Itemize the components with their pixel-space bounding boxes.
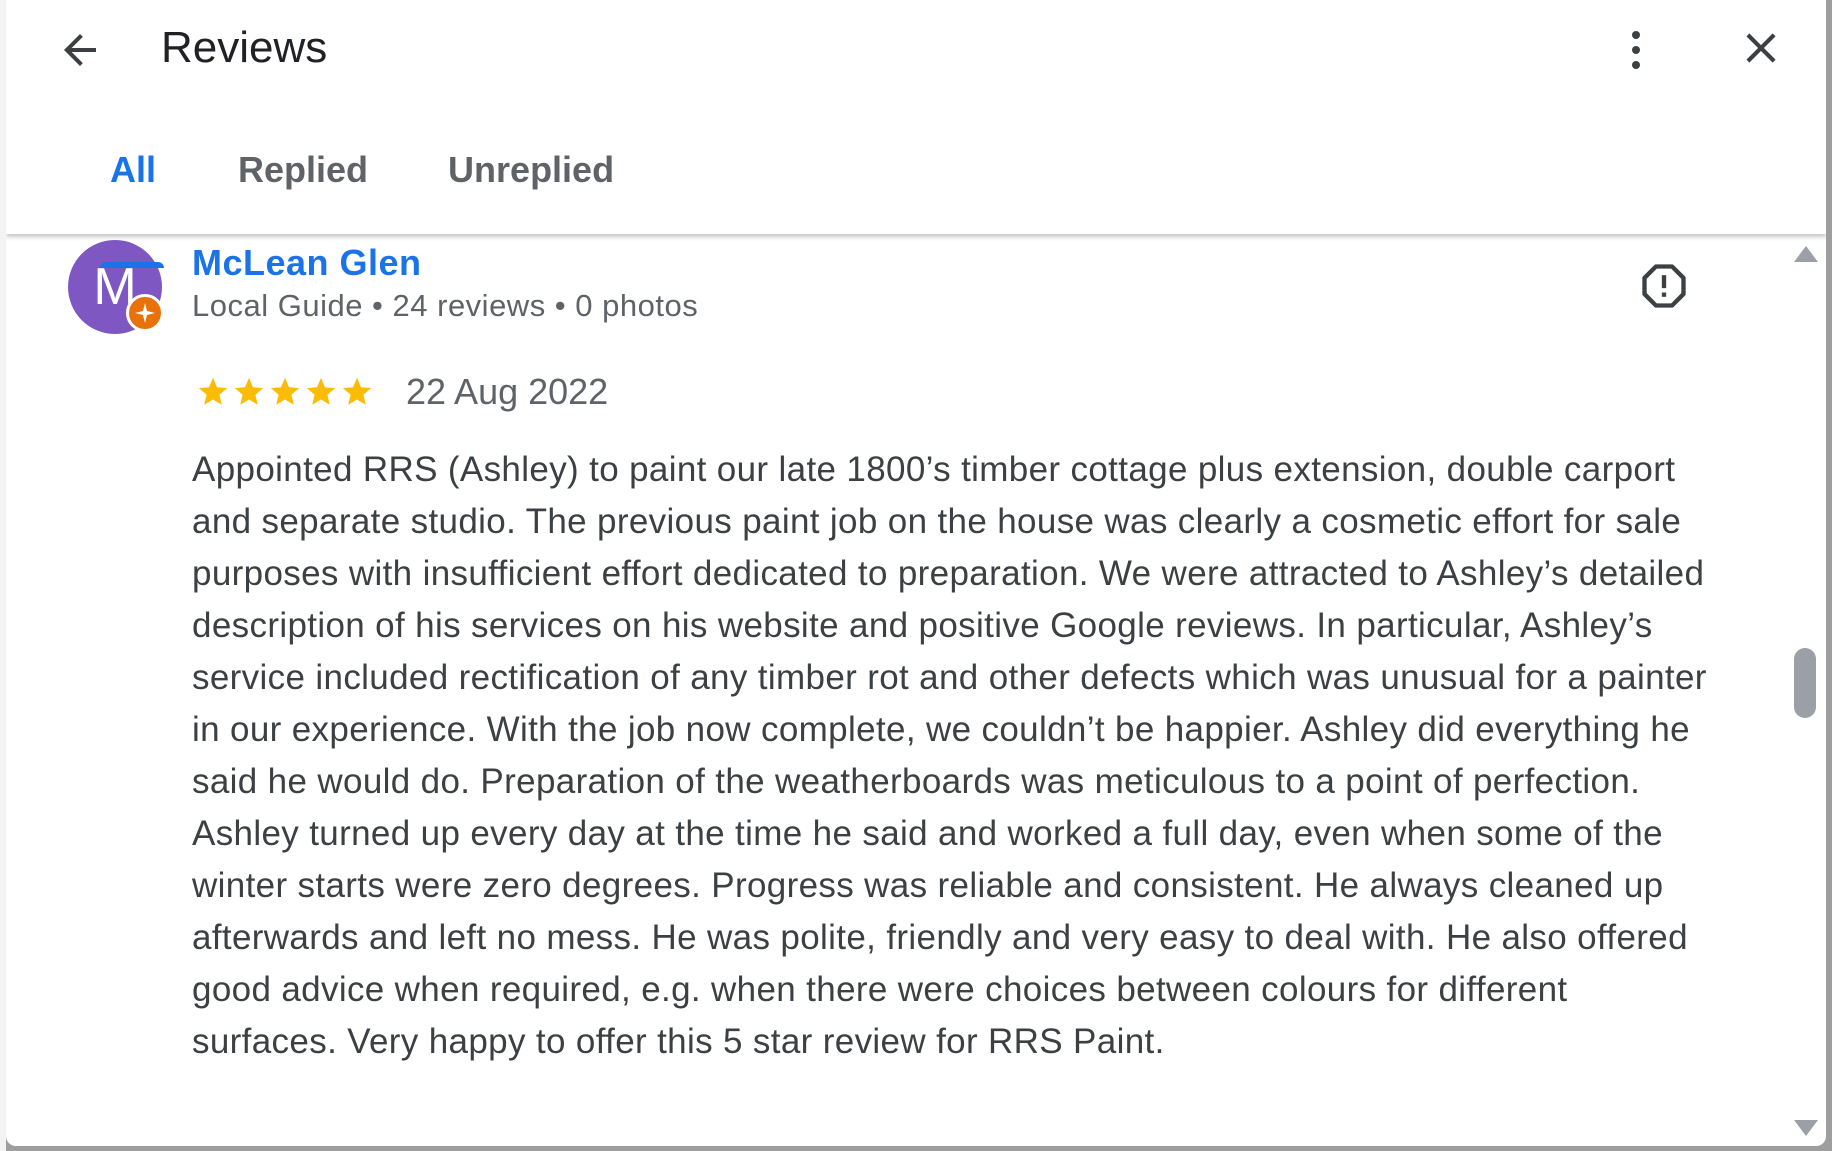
reviews-dialog: Reviews All Replied Unreplied M McLean G…	[6, 0, 1826, 1146]
tab-all[interactable]: All	[66, 140, 198, 268]
report-review-button[interactable]	[1634, 256, 1694, 316]
star-icon	[270, 377, 300, 405]
more-vert-icon	[1632, 31, 1640, 69]
scroll-up-arrow-icon[interactable]	[1794, 246, 1818, 262]
review-text: Appointed RRS (Ashley) to paint our late…	[192, 450, 1707, 1061]
review-list: M McLean Glen Local Guide • 24 reviews •…	[6, 234, 1782, 1146]
page-title: Reviews	[161, 23, 328, 72]
review-date: 22 Aug 2022	[406, 371, 609, 412]
back-button[interactable]	[50, 20, 110, 80]
more-options-button[interactable]	[1606, 20, 1666, 80]
reviewer-name[interactable]: McLean Glen	[192, 242, 422, 284]
dialog-header: Reviews All Replied Unreplied	[6, 0, 1826, 268]
sparkle-icon	[135, 303, 155, 323]
star-icon	[306, 377, 336, 405]
scroll-thumb[interactable]	[1794, 648, 1816, 718]
star-rating	[196, 375, 376, 409]
star-icon	[198, 377, 228, 405]
tab-replied[interactable]: Replied	[198, 140, 408, 234]
star-icon	[234, 377, 264, 405]
tab-unreplied[interactable]: Unreplied	[408, 140, 654, 234]
close-button[interactable]	[1729, 16, 1793, 80]
local-guide-badge-icon	[126, 294, 164, 332]
arrow-back-icon	[64, 34, 96, 66]
rating-row: 22 Aug 2022	[196, 368, 608, 416]
report-icon	[1642, 264, 1686, 308]
close-icon	[1746, 33, 1776, 63]
scroll-down-arrow-icon[interactable]	[1794, 1120, 1818, 1136]
star-icon	[342, 377, 372, 405]
review-tabs: All Replied Unreplied	[66, 140, 654, 268]
reviewer-meta: Local Guide • 24 reviews • 0 photos	[192, 288, 699, 323]
scrollbar[interactable]	[1782, 234, 1826, 1146]
